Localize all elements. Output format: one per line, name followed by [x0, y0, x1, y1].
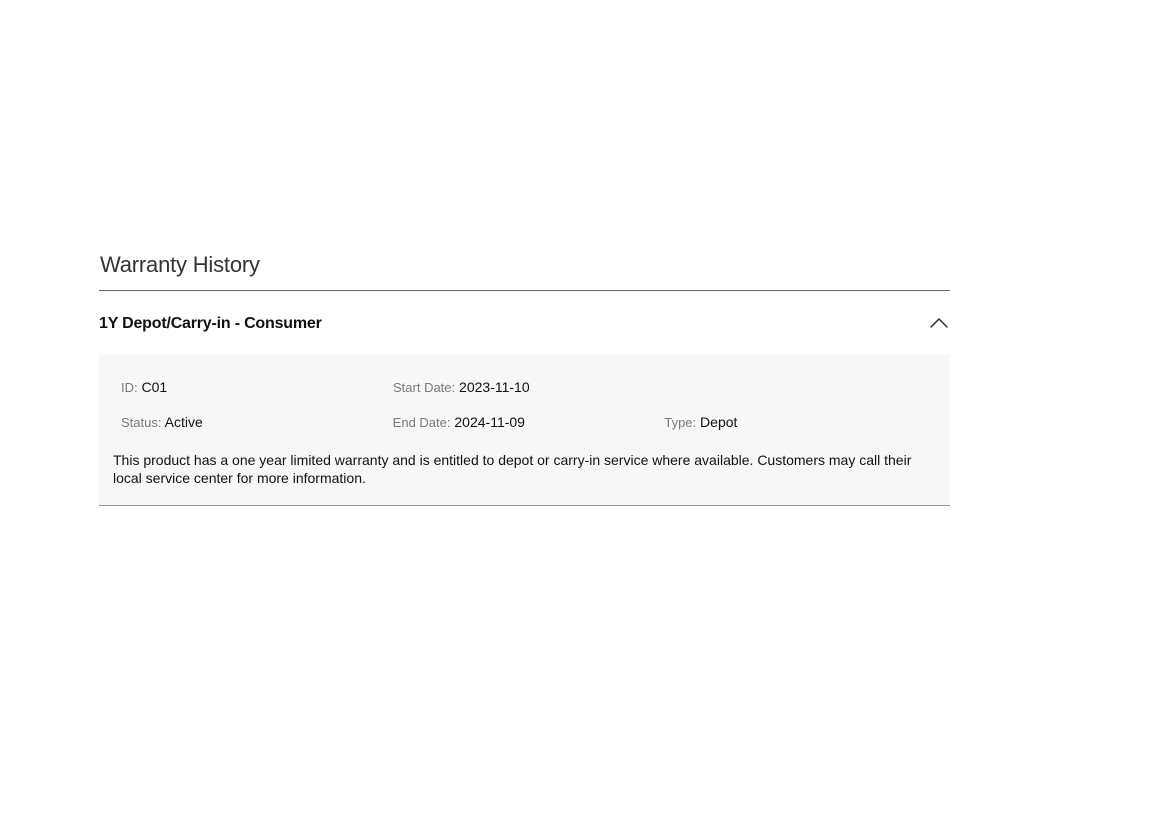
start-date-label: Start Date: [393, 379, 452, 395]
end-date-value: 2024-11-09: [454, 413, 525, 430]
warranty-description: This product has a one year limited warr…: [113, 452, 912, 486]
chevron-up-icon[interactable]: [928, 312, 950, 334]
warranty-details-panel: ID: C01 Start Date: 2023-11-10 Status: A…: [99, 355, 950, 506]
status-value: Active: [164, 413, 203, 430]
status-label: Status: [121, 414, 158, 430]
id-label: ID: [121, 379, 134, 395]
field-id: ID: C01: [121, 378, 168, 395]
warranty-accordion-header[interactable]: 1Y Depot/Carry-in - Consumer: [99, 291, 950, 355]
field-type: Type: Depot: [664, 413, 738, 430]
warranty-history-section: Warranty History 1Y Depot/Carry-in - Con…: [99, 250, 950, 506]
field-start-date: Start Date: 2023-11-10: [393, 378, 530, 395]
start-date-value: 2023-11-10: [459, 378, 530, 395]
section-title: Warranty History: [100, 252, 260, 277]
warranty-accordion: 1Y Depot/Carry-in - Consumer ID: C01 Sta…: [99, 291, 950, 506]
end-date-label: End Date: [392, 414, 447, 430]
type-value: Depot: [700, 413, 738, 430]
field-end-date: End Date: 2024-11-09: [392, 413, 525, 430]
details-row-2: Status: Active End Date: 2024-11-09 Type…: [113, 404, 936, 439]
details-row-1: ID: C01 Start Date: 2023-11-10: [113, 369, 936, 404]
field-status: Status: Active: [121, 413, 203, 430]
type-label: Type: [664, 414, 693, 430]
warranty-title: 1Y Depot/Carry-in - Consumer: [99, 315, 322, 332]
id-value: C01: [141, 378, 168, 395]
